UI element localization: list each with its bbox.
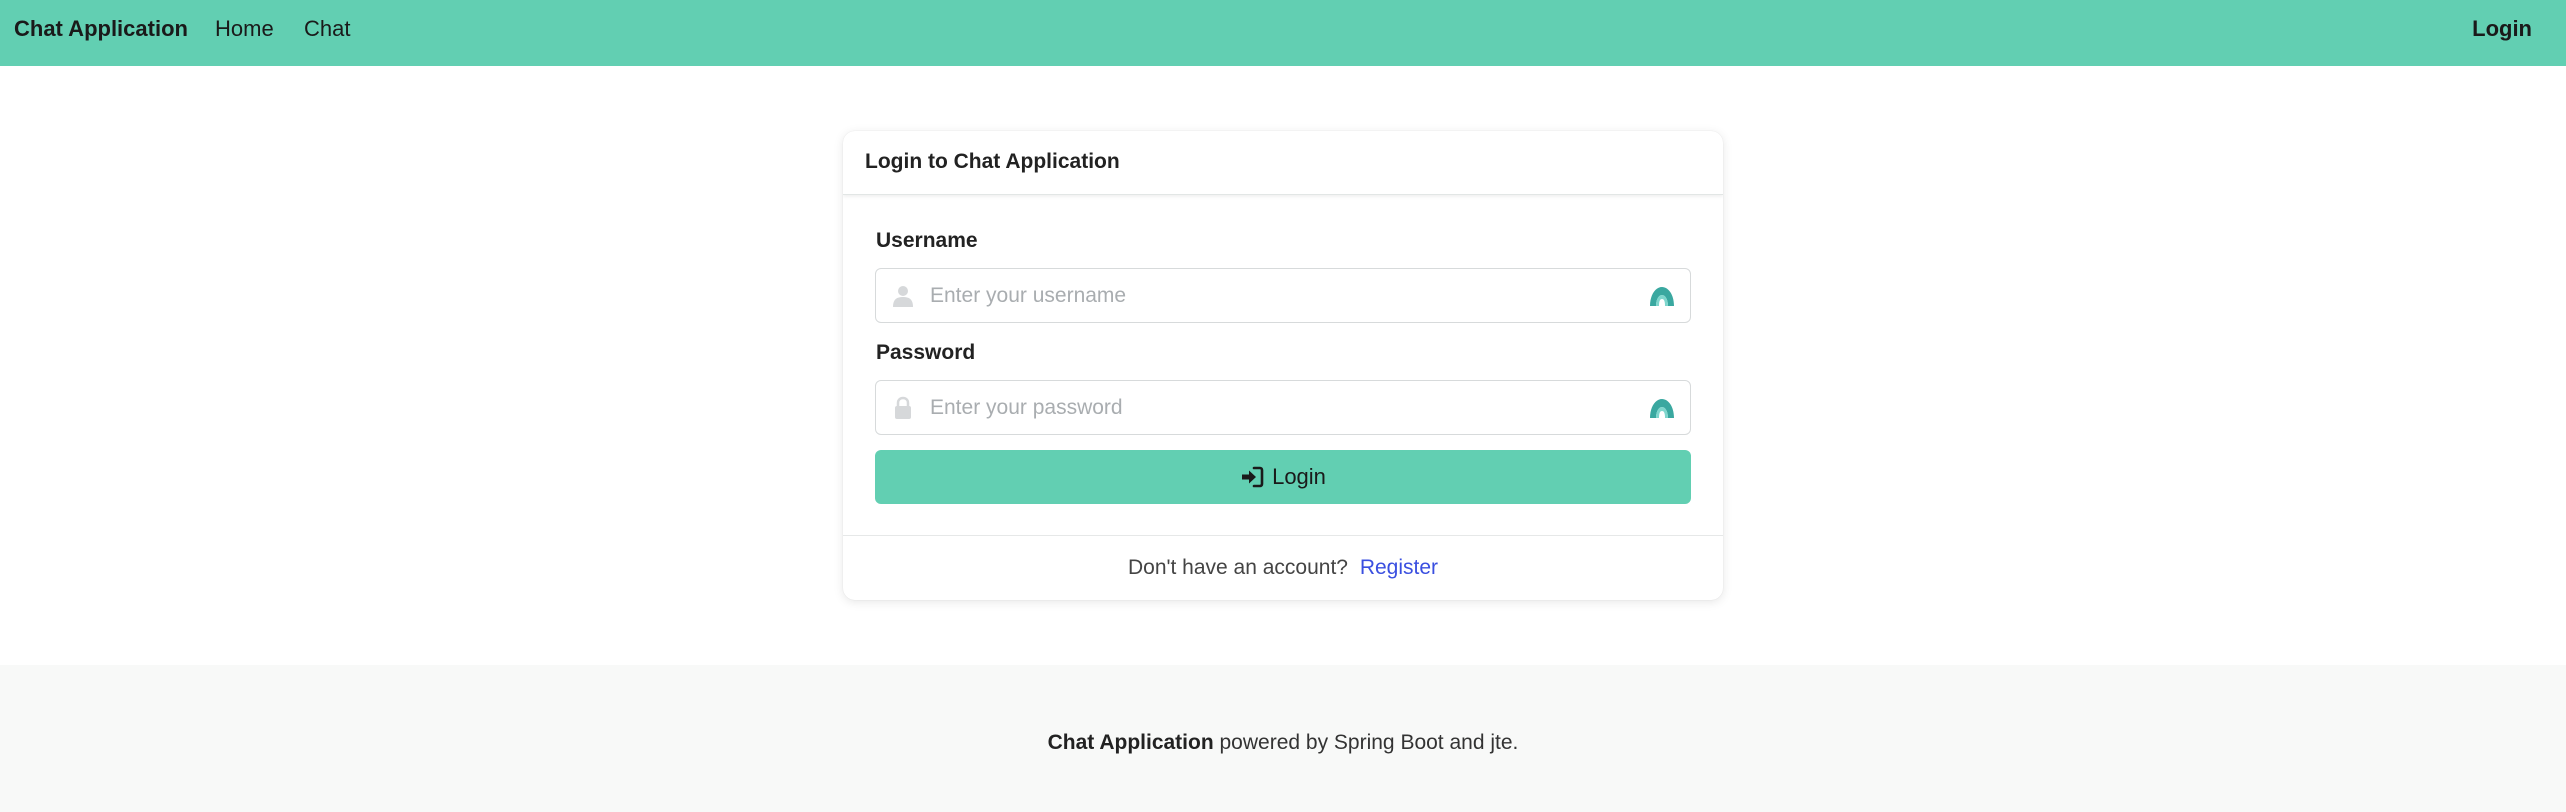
password-label: Password — [876, 341, 976, 364]
lock-icon — [895, 396, 911, 419]
username-input[interactable] — [928, 269, 1628, 322]
footer-credit: Chat Application powered by Spring Boot … — [0, 731, 2566, 755]
nav-chat-link[interactable]: Chat — [304, 16, 350, 42]
password-manager-icon[interactable] — [1648, 396, 1676, 420]
username-label: Username — [876, 229, 978, 252]
top-navbar: Chat Application Home Chat Login — [0, 0, 2566, 66]
footer-app-name: Chat Application — [1047, 731, 1214, 754]
password-manager-icon[interactable] — [1648, 284, 1676, 308]
login-submit-button[interactable]: Login — [875, 450, 1691, 504]
register-prompt-text: Don't have an account? — [1127, 556, 1348, 579]
login-card: Login to Chat Application Username Passw… — [843, 131, 1723, 600]
user-icon — [893, 286, 913, 307]
password-field-wrapper — [875, 380, 1691, 435]
page-footer: Chat Application powered by Spring Boot … — [0, 665, 2566, 812]
nav-login-link[interactable]: Login — [2472, 16, 2532, 42]
username-field-wrapper — [875, 268, 1691, 323]
register-prompt: Don't have an account? Register — [843, 556, 1723, 580]
login-card-footer: Don't have an account? Register — [843, 535, 1723, 600]
login-button-label: Login — [1272, 464, 1326, 489]
nav-home-link[interactable]: Home — [215, 16, 274, 42]
login-card-header: Login to Chat Application — [843, 131, 1723, 195]
footer-credit-text: powered by Spring Boot and jte. — [1213, 731, 1519, 754]
brand-link[interactable]: Chat Application — [14, 16, 188, 42]
sign-in-icon — [1242, 466, 1264, 488]
login-card-title: Login to Chat Application — [865, 150, 1120, 173]
password-input[interactable] — [928, 381, 1628, 434]
register-link[interactable]: Register — [1360, 556, 1438, 579]
